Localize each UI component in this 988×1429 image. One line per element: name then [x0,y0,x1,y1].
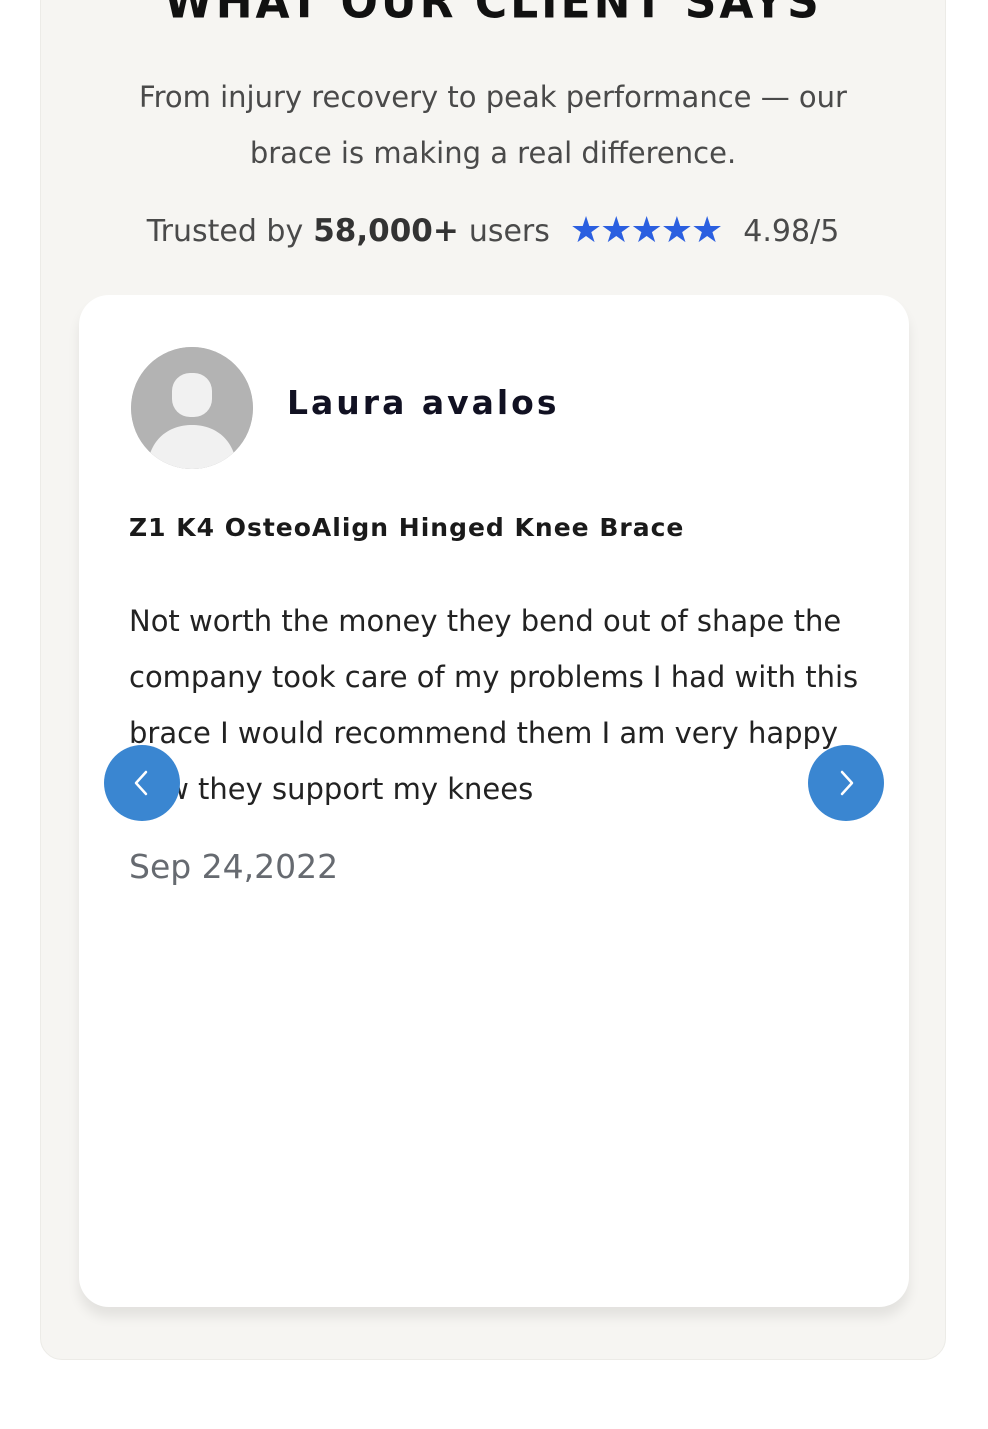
star-icon: ★ [600,210,633,251]
review-date: Sep 24,2022 [129,847,339,886]
trust-suffix: users [468,213,550,249]
trust-summary: Trusted by 58,000+ users ★ ★ ★ ★ ★ 4.98/… [41,206,945,256]
carousel-prev-button[interactable] [104,745,180,821]
rating-score: 4.98/5 [743,213,840,249]
star-icon: ★ [691,210,724,251]
star-icon: ★ [660,210,694,251]
reviewer-name: Laura avalos [287,383,560,422]
trust-prefix: Trusted by [146,213,304,249]
user-count: 58,000+ [313,213,459,249]
chevron-right-icon [840,770,854,796]
user-placeholder-icon [131,347,253,469]
star-rating: ★ ★ ★ ★ ★ [569,210,724,251]
carousel-next-button[interactable] [808,745,884,821]
section-subtext: From injury recovery to peak performance… [139,80,847,170]
review-text: Not worth the money they bend out of sha… [129,604,859,806]
product-name: Z1 K4 OsteoAlign Hinged Knee Brace [129,513,685,542]
star-icon: ★ [569,210,603,251]
chevron-left-icon [134,770,148,796]
section-heading: WHAT OUR CLIENT SAYS [164,0,822,30]
star-icon: ★ [630,210,663,251]
review-card: Laura avalos Z1 K4 OsteoAlign Hinged Kne… [79,295,909,1307]
